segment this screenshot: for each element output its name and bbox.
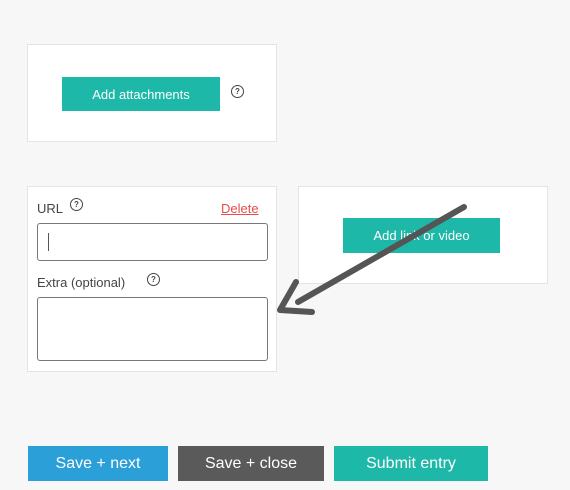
- delete-link[interactable]: Delete: [221, 201, 259, 216]
- add-link-video-button[interactable]: Add link or video: [343, 218, 500, 253]
- add-attachments-button[interactable]: Add attachments: [62, 77, 220, 111]
- extra-textarea[interactable]: [37, 297, 268, 361]
- attachments-card: Add attachments ?: [27, 44, 277, 142]
- save-next-button[interactable]: Save + next: [28, 446, 168, 481]
- question-circle-icon[interactable]: ?: [70, 198, 83, 211]
- question-circle-icon[interactable]: ?: [147, 273, 160, 286]
- save-close-button[interactable]: Save + close: [178, 446, 324, 481]
- submit-entry-button[interactable]: Submit entry: [334, 446, 488, 481]
- text-cursor: [48, 233, 49, 251]
- url-label: URL: [37, 201, 64, 216]
- extra-label: Extra (optional): [37, 275, 126, 290]
- question-circle-icon[interactable]: ?: [231, 85, 244, 98]
- link-video-card: Add link or video: [298, 186, 548, 284]
- link-form-card: URL ? Delete Extra (optional) ?: [27, 186, 277, 372]
- arrow-head: [277, 279, 315, 315]
- url-input[interactable]: [37, 223, 268, 261]
